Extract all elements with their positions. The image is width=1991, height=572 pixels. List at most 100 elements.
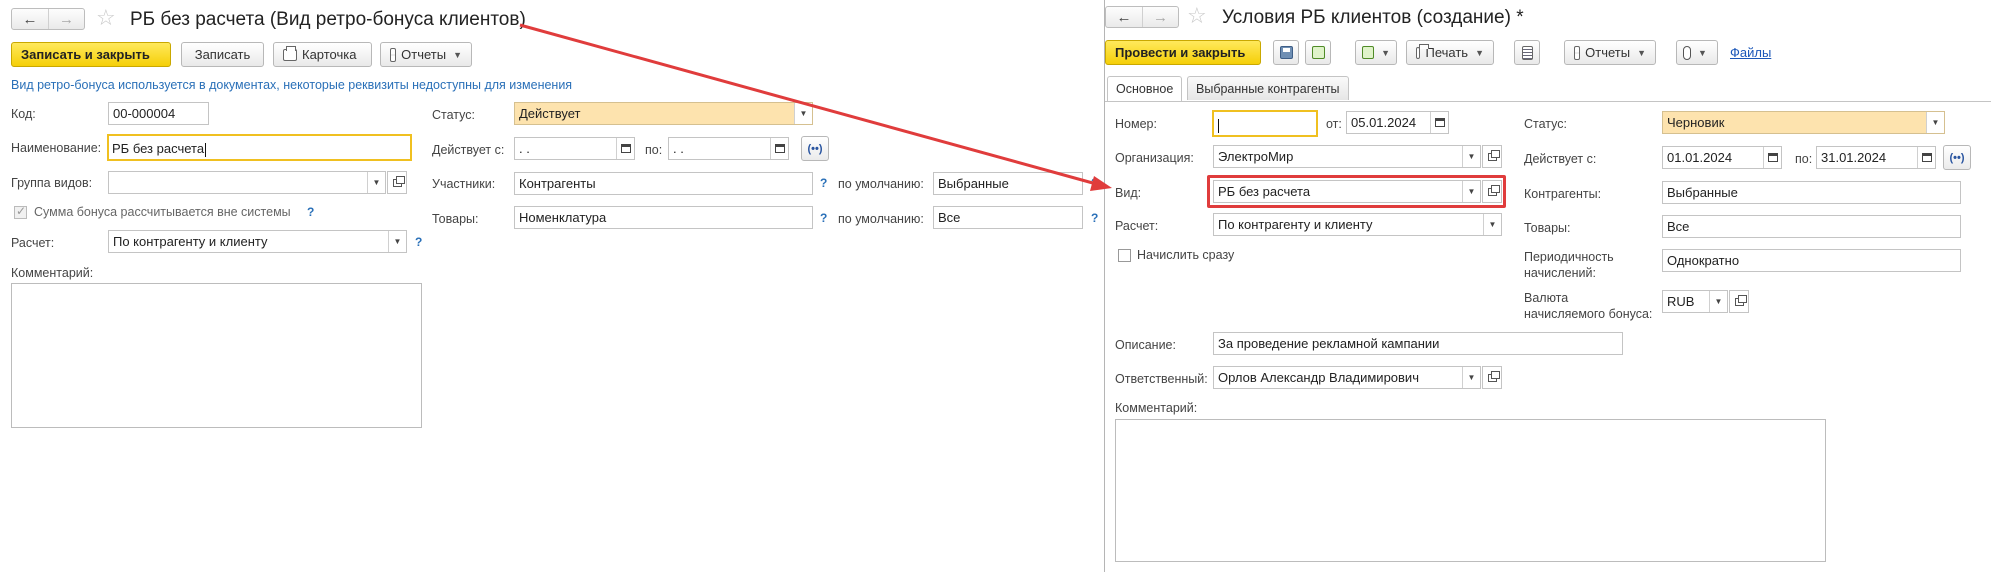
calendar-icon[interactable] xyxy=(1763,147,1781,168)
document-structure-button[interactable] xyxy=(1514,40,1540,65)
calc-field[interactable]: По контрагенту и клиенту ▼ xyxy=(108,230,407,253)
status-field[interactable]: Черновик ▼ xyxy=(1662,111,1945,134)
open-group-button[interactable] xyxy=(387,171,407,194)
name-field[interactable]: РБ без расчета xyxy=(107,134,412,161)
responsible-field[interactable]: Орлов Александр Владимирович ▼ xyxy=(1213,366,1481,389)
back-icon[interactable]: ← xyxy=(12,9,48,29)
period-select-icon[interactable]: (••) xyxy=(1943,145,1971,170)
help-icon[interactable]: ? xyxy=(820,211,827,225)
save-button[interactable] xyxy=(1273,40,1299,65)
print-button[interactable]: Печать ▼ xyxy=(1406,40,1494,65)
calc-field[interactable]: По контрагенту и клиенту ▼ xyxy=(1213,213,1502,236)
post-and-close-button[interactable]: Провести и закрыть xyxy=(1105,40,1261,65)
files-link[interactable]: Файлы xyxy=(1730,45,1771,60)
bonus-outside-label: Сумма бонуса рассчитывается вне системы xyxy=(34,205,291,219)
tab-main[interactable]: Основное xyxy=(1107,76,1183,101)
comment-label: Комментарий: xyxy=(11,266,94,280)
valid-from-field[interactable]: 01.01.2024 xyxy=(1662,146,1782,169)
open-responsible-button[interactable] xyxy=(1482,366,1502,389)
currency-field[interactable]: RUB ▼ xyxy=(1662,290,1728,313)
open-currency-button[interactable] xyxy=(1729,290,1749,313)
save-and-close-label: Записать и закрыть xyxy=(21,47,150,62)
comment-textarea[interactable] xyxy=(11,283,422,428)
chevron-down-icon[interactable]: ▼ xyxy=(1709,291,1727,312)
save-button[interactable]: Записать xyxy=(181,42,264,67)
goods-default-field[interactable]: Все xyxy=(933,206,1083,229)
printer-icon xyxy=(1416,43,1431,59)
counterparties-field[interactable]: Выбранные xyxy=(1662,181,1961,204)
forward-icon[interactable]: → xyxy=(1142,7,1178,27)
code-field[interactable]: 00-000004 xyxy=(108,102,209,125)
comment-textarea[interactable] xyxy=(1115,419,1826,562)
calendar-icon[interactable] xyxy=(770,138,788,159)
form-title: РБ без расчета (Вид ретро-бонуса клиенто… xyxy=(130,9,526,30)
calendar-icon[interactable] xyxy=(1917,147,1935,168)
participants-default-field[interactable]: Выбранные xyxy=(933,172,1083,195)
goods-default-label: по умолчанию: xyxy=(838,212,924,226)
calendar-icon[interactable] xyxy=(1430,112,1448,133)
chevron-down-icon[interactable]: ▼ xyxy=(388,231,406,252)
date-field[interactable]: 05.01.2024 xyxy=(1346,111,1449,134)
chevron-down-icon[interactable]: ▼ xyxy=(1462,367,1480,388)
help-icon[interactable]: ? xyxy=(1091,176,1098,190)
forward-icon[interactable]: → xyxy=(48,9,84,29)
open-icon xyxy=(1487,149,1500,161)
post-and-close-label: Провести и закрыть xyxy=(1115,45,1246,60)
bonus-outside-checkbox[interactable] xyxy=(14,204,27,219)
accrue-now-checkbox[interactable] xyxy=(1118,249,1131,262)
period-select-icon[interactable]: (••) xyxy=(801,136,829,161)
chevron-down-icon[interactable]: ▼ xyxy=(1462,146,1480,167)
number-label: Номер: xyxy=(1115,117,1157,131)
kind-label: Вид: xyxy=(1115,186,1142,200)
chevron-down-icon[interactable]: ▼ xyxy=(1483,214,1501,235)
goods-field[interactable]: Номенклатура xyxy=(514,206,813,229)
status-field[interactable]: Действует ▼ xyxy=(514,102,813,125)
save-and-close-button[interactable]: Записать и закрыть xyxy=(11,42,171,67)
help-icon[interactable]: ? xyxy=(820,176,827,190)
organization-field[interactable]: ЭлектроМир ▼ xyxy=(1213,145,1481,168)
create-based-on-button[interactable]: ▼ xyxy=(1355,40,1397,65)
card-label: Карточка xyxy=(302,47,357,62)
participants-field[interactable]: Контрагенты xyxy=(514,172,813,195)
participants-default-label: по умолчанию: xyxy=(838,177,924,191)
reports-button[interactable]: Отчеты ▼ xyxy=(380,42,472,67)
open-organization-button[interactable] xyxy=(1482,145,1502,168)
status-label: Статус: xyxy=(1524,117,1567,131)
goods-field[interactable]: Все xyxy=(1662,215,1961,238)
help-icon[interactable]: ? xyxy=(415,235,422,249)
text-cursor xyxy=(1218,118,1219,133)
valid-to-field[interactable]: 31.01.2024 xyxy=(1816,146,1936,169)
valid-from-label: Действует с: xyxy=(1524,152,1597,166)
periodicity-field[interactable]: Однократно xyxy=(1662,249,1961,272)
favorite-star-icon[interactable]: ☆ xyxy=(96,7,116,29)
chevron-down-icon[interactable]: ▼ xyxy=(367,172,385,193)
favorite-star-icon[interactable]: ☆ xyxy=(1187,5,1207,27)
name-value: РБ без расчета xyxy=(112,141,205,156)
list-icon xyxy=(1521,45,1533,60)
tab-selected-counterparties[interactable]: Выбранные контрагенты xyxy=(1187,76,1349,100)
card-button[interactable]: Карточка xyxy=(273,42,372,67)
chevron-down-icon[interactable]: ▼ xyxy=(1926,112,1944,133)
attachments-button[interactable]: ▼ xyxy=(1676,40,1718,65)
chevron-down-icon[interactable]: ▼ xyxy=(794,103,812,124)
help-icon[interactable]: ? xyxy=(307,205,314,219)
valid-from-value: . . xyxy=(519,141,530,156)
currency-label-line1: Валюта xyxy=(1524,291,1569,305)
counterparties-label: Контрагенты: xyxy=(1524,187,1602,201)
status-value: Черновик xyxy=(1667,115,1725,130)
back-icon[interactable]: ← xyxy=(1106,7,1142,27)
date-from-label: от: xyxy=(1326,117,1342,131)
reports-button[interactable]: Отчеты ▼ xyxy=(1564,40,1656,65)
chevron-down-icon: ▼ xyxy=(1637,47,1646,58)
participants-label: Участники: xyxy=(432,177,496,191)
help-icon[interactable]: ? xyxy=(1091,211,1098,225)
description-field[interactable]: За проведение рекламной кампании xyxy=(1213,332,1623,355)
group-field[interactable]: ▼ xyxy=(108,171,386,194)
calc-value: По контрагенту и клиенту xyxy=(1218,217,1373,232)
post-button[interactable] xyxy=(1305,40,1331,65)
valid-from-field[interactable]: . . xyxy=(514,137,635,160)
valid-to-field[interactable]: . . xyxy=(668,137,789,160)
chevron-down-icon: ▼ xyxy=(1381,47,1390,58)
calendar-icon[interactable] xyxy=(616,138,634,159)
number-field[interactable] xyxy=(1212,110,1318,137)
